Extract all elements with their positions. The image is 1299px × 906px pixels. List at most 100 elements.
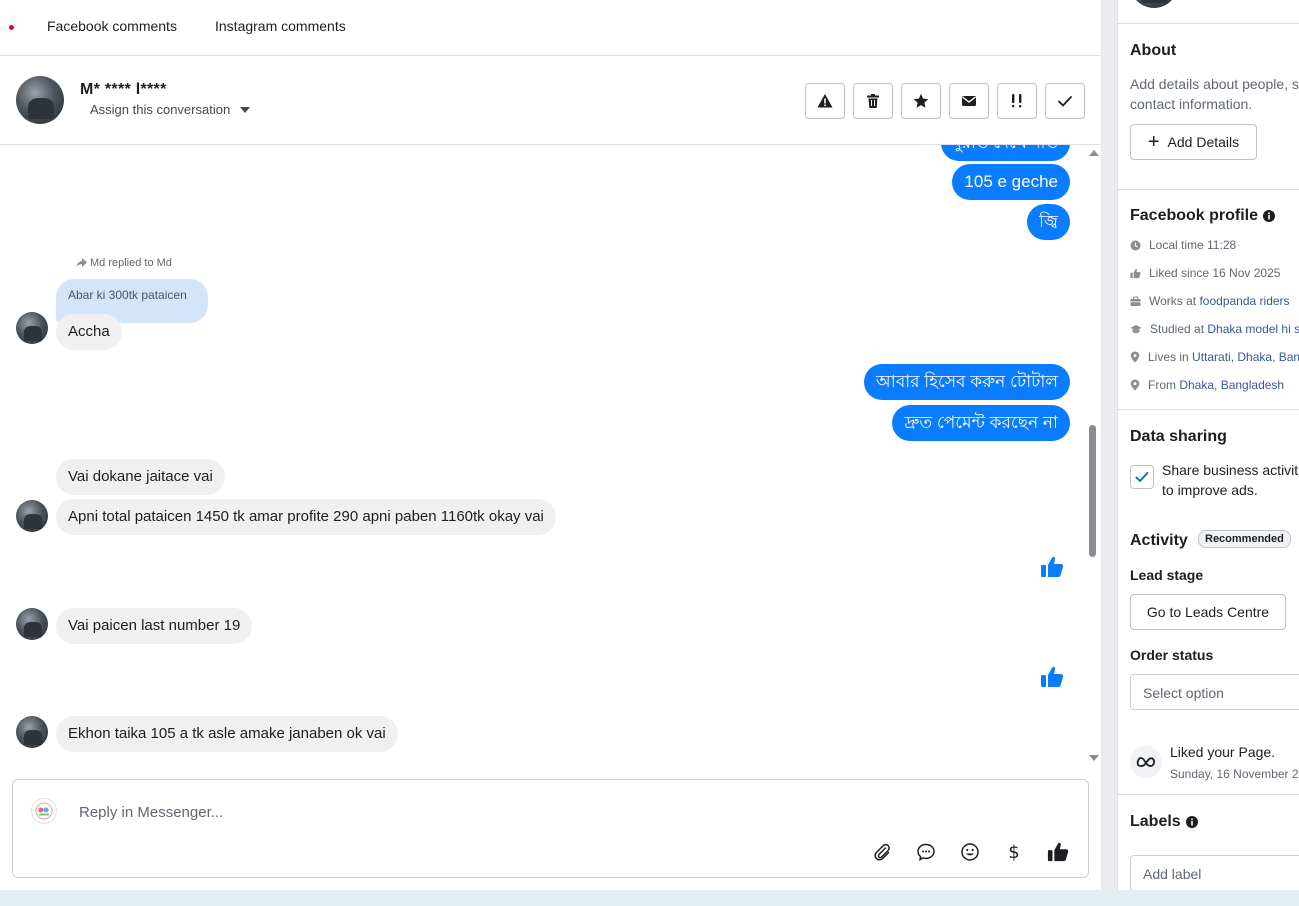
sender-avatar — [16, 716, 48, 748]
about-desc-line: contact information. — [1130, 96, 1253, 112]
order-status-select[interactable]: Select option — [1130, 674, 1299, 710]
briefcase-icon — [1130, 296, 1141, 306]
lives-in-row: Lives in Uttarati, Dhaka, Ban — [1130, 350, 1299, 364]
liked-since: Liked since 16 Nov 2025 — [1149, 266, 1281, 280]
lives-in-link[interactable]: Uttarati, Dhaka, Ban — [1192, 350, 1299, 364]
contact-avatar[interactable] — [16, 76, 64, 124]
assign-label: Assign this conversation — [90, 102, 231, 117]
outgoing-message: আবার হিসেব করুন টোটাল — [863, 364, 1070, 400]
graduation-cap-icon — [1130, 324, 1142, 333]
svg-text:$: $ — [1008, 842, 1019, 862]
share-activity-checkbox[interactable] — [1130, 465, 1154, 489]
lives-in-prefix: Lives in — [1148, 350, 1193, 364]
incoming-message: Ekhon taika 105 a tk asle amake janaben … — [56, 716, 398, 752]
reply-input[interactable] — [79, 804, 779, 821]
plus-icon: + — [1147, 131, 1160, 153]
about-title: About — [1130, 42, 1177, 59]
sender-avatar — [16, 608, 48, 640]
message-list: দুরাও দেখে দাও 105 e geche জ্বি Md repli… — [0, 145, 1101, 770]
local-time: Local time 11:28 — [1149, 238, 1237, 252]
follow-up-button[interactable] — [997, 83, 1037, 119]
star-button[interactable] — [901, 83, 941, 119]
outgoing-message: জ্বি — [1027, 204, 1070, 240]
message-scrollbar[interactable] — [1086, 145, 1100, 770]
divider — [1118, 794, 1299, 795]
sender-avatar — [16, 500, 48, 532]
scroll-down-arrow-icon[interactable] — [1089, 755, 1099, 761]
check-icon — [1135, 472, 1149, 482]
message-composer: $ — [12, 779, 1089, 878]
reply-note-text: Md replied to Md — [90, 257, 172, 269]
sender-avatar — [16, 312, 48, 344]
studied-at-row: Studied at Dhaka model hi s — [1130, 322, 1299, 336]
incoming-message: Vai dokane jaitace vai — [56, 459, 225, 495]
thumbs-up-icon — [1040, 665, 1064, 694]
add-details-button[interactable]: + Add Details — [1130, 124, 1257, 160]
liked-page-text: Liked your Page. — [1170, 744, 1276, 760]
clock-icon — [1130, 240, 1141, 250]
share-activity-text: Share business activit to improve ads. — [1162, 460, 1298, 500]
data-sharing-title: Data sharing — [1130, 428, 1227, 445]
chat-pane: Facebook comments Instagram comments M* … — [0, 0, 1101, 890]
info-icon[interactable] — [1263, 210, 1276, 222]
works-at-prefix: Works at — [1149, 294, 1200, 308]
paperclip-icon[interactable] — [870, 840, 894, 864]
reply-note: Md replied to Md — [76, 257, 172, 269]
outgoing-message: 105 e geche — [952, 164, 1070, 200]
about-description: Add details about people, s contact info… — [1130, 74, 1299, 114]
lead-stage-title: Lead stage — [1130, 567, 1204, 583]
info-icon[interactable] — [1185, 816, 1198, 828]
from-row: From Dhaka, Bangladesh — [1130, 378, 1284, 392]
go-to-leads-centre-button[interactable]: Go to Leads Centre — [1130, 594, 1286, 630]
tab-facebook-comments[interactable]: Facebook comments — [47, 18, 177, 34]
local-time-row: Local time 11:28 — [1130, 238, 1236, 252]
mark-unread-button[interactable] — [949, 83, 989, 119]
chat-bubble-icon[interactable] — [914, 840, 938, 864]
add-label-input[interactable]: Add label — [1130, 855, 1299, 890]
add-details-label: Add Details — [1167, 134, 1240, 150]
dollar-icon[interactable]: $ — [1002, 840, 1026, 864]
share-text-line: to improve ads. — [1162, 482, 1258, 498]
works-at-link[interactable]: foodpanda riders — [1199, 294, 1289, 308]
contact-side-panel: About Add details about people, s contac… — [1117, 0, 1299, 890]
warning-icon — [817, 94, 833, 108]
conversation-header: M* **** l**** Assign this conversation — [0, 56, 1101, 145]
mark-done-button[interactable] — [1045, 83, 1085, 119]
panel-gutter — [1101, 0, 1117, 890]
labels-title: Labels — [1130, 813, 1198, 831]
share-text-line: Share business activit — [1162, 462, 1299, 478]
emoji-icon[interactable] — [958, 840, 982, 864]
incoming-message: Accha — [56, 314, 122, 350]
studied-at-link[interactable]: Dhaka model hi s — [1207, 322, 1299, 336]
works-at-row: Works at foodpanda riders — [1130, 294, 1290, 308]
page-logo — [31, 798, 57, 824]
bottom-strip — [0, 890, 1299, 906]
from-link[interactable]: Dhaka, Bangladesh — [1179, 378, 1284, 392]
contact-name: M* **** l**** — [80, 81, 167, 98]
side-avatar — [1130, 0, 1178, 8]
caret-down-icon — [240, 106, 251, 113]
incoming-message: Vai paicen last number 19 — [56, 608, 253, 644]
from-prefix: From — [1148, 378, 1180, 392]
labels-label: Labels — [1130, 813, 1181, 830]
trash-icon — [867, 94, 879, 108]
tab-instagram-comments[interactable]: Instagram comments — [215, 18, 346, 34]
scroll-up-arrow-icon[interactable] — [1089, 150, 1099, 156]
divider — [1118, 189, 1299, 190]
activity-title: Activity — [1130, 532, 1188, 549]
top-tabs: Facebook comments Instagram comments — [0, 0, 1101, 56]
incoming-message: Apni total pataicen 1450 tk amar profite… — [56, 499, 556, 535]
about-desc-line: Add details about people, s — [1130, 76, 1299, 92]
recommended-badge: Recommended — [1198, 530, 1291, 548]
thumbs-up-icon[interactable] — [1046, 840, 1070, 864]
delete-button[interactable] — [853, 83, 893, 119]
assign-conversation-dropdown[interactable]: Assign this conversation — [90, 102, 251, 117]
liked-page-date: Sunday, 16 November 20 — [1170, 767, 1299, 781]
thumbs-up-icon — [1040, 555, 1064, 584]
mark-spam-button[interactable] — [805, 83, 845, 119]
location-pin-icon — [1130, 379, 1140, 391]
reply-arrow-icon — [76, 258, 87, 268]
envelope-icon — [962, 96, 976, 106]
scroll-thumb[interactable] — [1089, 425, 1096, 557]
notification-dot — [9, 25, 14, 30]
